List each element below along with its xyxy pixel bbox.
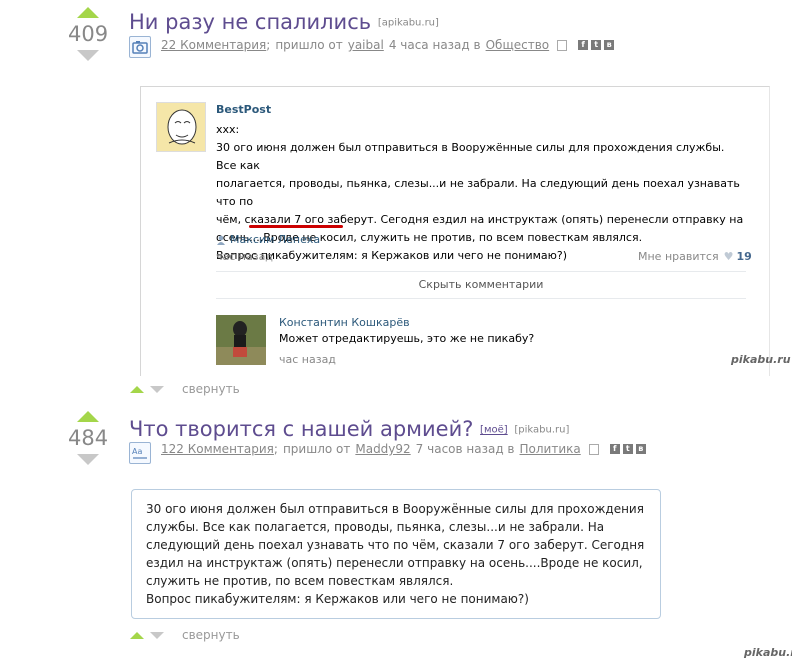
like-label[interactable]: Мне нравится — [638, 250, 719, 263]
vk-post-time: час назад — [216, 250, 273, 263]
vk-comment-author[interactable]: Константин Кошкарёв — [279, 316, 410, 329]
twitter-icon[interactable]: t — [622, 444, 633, 454]
like-count: 19 — [736, 250, 752, 263]
post-domain: [apikabu.ru] — [377, 17, 439, 29]
post-domain: [pikabu.ru] — [514, 424, 570, 436]
collapse-link[interactable]: свернуть — [182, 382, 240, 396]
from-label: пришло от — [282, 442, 351, 456]
vk-hide-comments[interactable]: Скрыть комментарии — [216, 271, 746, 299]
vk-screenshot: BestPost ххх: 30 ого июня должен был отп… — [140, 86, 770, 376]
small-upvote-icon[interactable] — [130, 385, 144, 393]
vk-text-line: полагается, проводы, пьянка, слезы...и н… — [216, 177, 740, 208]
post-time: 7 часов назад в — [415, 442, 515, 456]
vk-icon[interactable]: в — [604, 40, 615, 50]
author-link[interactable]: Maddy92 — [355, 442, 410, 456]
post-time: 4 часа назад в — [388, 38, 481, 52]
post-title[interactable]: Что творится с нашей армией? — [129, 417, 473, 441]
small-downvote-icon[interactable] — [150, 385, 164, 393]
separator: ; — [273, 442, 278, 456]
vk-icon[interactable]: в — [635, 444, 646, 454]
post-title[interactable]: Ни разу не спалились — [129, 10, 371, 34]
mine-tag[interactable]: [моё] — [480, 425, 508, 436]
quote-line: служить не против, по всем повесткам явл… — [146, 574, 454, 588]
image-type-icon — [129, 36, 151, 58]
vk-text-line: 30 ого июня должен был отправиться в Воо… — [216, 141, 725, 172]
comments-link[interactable]: 22 Комментария — [161, 38, 266, 52]
quote-line: ездил на инструктаж (опять) перенесли от… — [146, 556, 643, 570]
person-icon — [217, 235, 225, 245]
separator: ; — [266, 38, 271, 52]
post-title-row: Ни разу не спалились [apikabu.ru] — [129, 10, 439, 34]
quote-line: следующий день поехал узнавать что по чё… — [146, 538, 645, 552]
vk-comment-time: час назад — [279, 353, 336, 366]
post-meta: 22 Комментария ; пришло от yaibal 4 часа… — [161, 38, 615, 52]
upvote-arrow-icon[interactable] — [77, 7, 99, 18]
vk-like-block[interactable]: Мне нравится ♥ 19 — [638, 250, 752, 263]
quote-line: службы. Все как полагается, проводы, пья… — [146, 520, 605, 534]
vk-comment-avatar — [216, 315, 266, 365]
hide-comments-label[interactable]: Скрыть комментарии — [419, 278, 544, 291]
save-icon[interactable] — [557, 39, 568, 51]
small-upvote-icon[interactable] — [130, 631, 144, 639]
downvote-arrow-icon[interactable] — [77, 454, 99, 465]
vote-block: 484 — [68, 411, 108, 465]
category-link[interactable]: Общество — [486, 38, 550, 52]
vk-text-line: ххх: — [216, 123, 240, 136]
post-quote-box: 30 ого июня должен был отправиться в Воо… — [131, 489, 661, 619]
post-meta: 122 Комментария ; пришло от Maddy92 7 ча… — [161, 442, 646, 456]
vk-signed-author[interactable]: Максим Лепеха — [216, 233, 320, 246]
twitter-icon[interactable]: t — [591, 40, 602, 50]
collapse-link[interactable]: свернуть — [182, 628, 240, 642]
post-score: 484 — [68, 426, 109, 450]
category-link[interactable]: Политика — [520, 442, 581, 456]
comments-link[interactable]: 122 Комментария — [161, 442, 274, 456]
post-title-row: Что творится с нашей армией? [моё] [pika… — [129, 417, 569, 441]
vote-block: 409 — [68, 7, 108, 61]
post-1-actions: свернуть — [130, 382, 240, 396]
vk-post-author[interactable]: BestPost — [216, 103, 271, 116]
vk-avatar — [156, 102, 206, 152]
facebook-icon[interactable]: f — [578, 40, 589, 50]
upvote-arrow-icon[interactable] — [77, 411, 99, 422]
watermark: pikabu.ru — [744, 646, 792, 659]
signed-name[interactable]: Максим Лепеха — [230, 233, 320, 246]
text-type-icon: Aa — [129, 442, 151, 464]
watermark: pikabu.ru — [731, 353, 791, 366]
vk-comment-text: Может отредактируешь, это же не пикабу? — [279, 332, 535, 345]
post-2-actions: свернуть — [130, 628, 240, 642]
heart-icon[interactable]: ♥ — [724, 250, 734, 263]
author-link[interactable]: yaibal — [348, 38, 384, 52]
red-underline — [249, 225, 343, 228]
svg-text:Aa: Aa — [132, 447, 142, 456]
facebook-icon[interactable]: f — [609, 444, 620, 454]
quote-line: 30 ого июня должен был отправиться в Воо… — [146, 502, 644, 516]
downvote-arrow-icon[interactable] — [77, 50, 99, 61]
quote-line: Вопрос пикабужителям: я Кержаков или чег… — [146, 592, 529, 606]
save-icon[interactable] — [588, 443, 599, 455]
small-downvote-icon[interactable] — [150, 631, 164, 639]
from-label: пришло от — [275, 38, 343, 52]
mine-tag-label[interactable]: [моё] — [480, 425, 508, 436]
post-score: 409 — [68, 22, 109, 46]
